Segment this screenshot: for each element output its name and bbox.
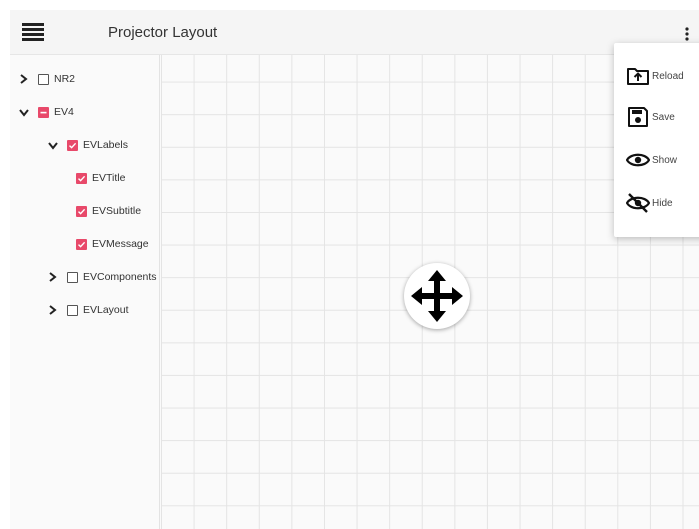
chevron-right-icon[interactable] <box>47 271 59 283</box>
tree-checkbox-evcomponents[interactable] <box>67 271 78 283</box>
tree-checkbox-evlabels[interactable] <box>67 139 78 151</box>
check-icon <box>78 208 86 215</box>
tree-item-evlayout[interactable]: EVLayout <box>47 300 129 320</box>
reload-label: Reload <box>652 70 684 82</box>
tree-checkbox-evsubtitle[interactable] <box>76 205 87 217</box>
reload-menu-item[interactable]: Reload <box>626 63 684 89</box>
check-icon <box>69 142 77 149</box>
tree-checkbox-evlayout[interactable] <box>67 304 78 316</box>
tree-item-evcomponents[interactable]: EVComponents <box>47 267 157 287</box>
tree-item-label: EVTitle <box>92 172 126 184</box>
tree-item-ev4[interactable]: EV4 <box>18 102 74 122</box>
chevron-right-icon[interactable] <box>18 73 30 85</box>
show-label: Show <box>652 154 678 166</box>
indeterminate-icon <box>40 111 47 113</box>
layer-tree-sidebar: NR2 EV4 EVLabels EVTitle EVSubtitle EVMe… <box>10 55 160 529</box>
show-menu-item[interactable]: Show <box>626 147 677 173</box>
eye-icon <box>626 153 650 167</box>
eye-off-icon <box>626 193 650 213</box>
tree-checkbox-ev4[interactable] <box>38 106 49 118</box>
check-icon <box>78 241 86 248</box>
page-title: Projector Layout <box>108 24 218 41</box>
check-icon <box>78 175 86 182</box>
tree-item-label: EVSubtitle <box>92 205 142 217</box>
tree-item-nr2[interactable]: NR2 <box>18 69 75 89</box>
tree-item-evmessage[interactable]: EVMessage <box>76 234 149 254</box>
app-window: Projector Layout NR2 EV4 EVLabels EVTitl… <box>10 10 699 529</box>
tree-item-label: EVComponents <box>83 271 157 283</box>
hide-label: Hide <box>652 197 673 209</box>
more-vert-icon[interactable] <box>681 24 693 44</box>
floppy-disk-icon <box>628 107 648 127</box>
hamburger-menu-icon[interactable] <box>22 22 46 42</box>
tree-item-label: EVMessage <box>92 238 149 250</box>
save-label: Save <box>652 111 675 123</box>
chevron-right-icon[interactable] <box>47 304 59 316</box>
move-handle-button[interactable] <box>404 263 470 329</box>
tree-item-evtitle[interactable]: EVTitle <box>76 168 125 188</box>
overflow-menu: Reload Save Show Hide <box>614 43 699 237</box>
app-header: Projector Layout <box>10 10 699 55</box>
tree-item-label: EVLayout <box>83 304 129 316</box>
tree-checkbox-evtitle[interactable] <box>76 172 87 184</box>
move-arrows-icon <box>411 270 463 322</box>
folder-upload-icon <box>627 68 649 85</box>
tree-checkbox-nr2[interactable] <box>38 73 49 85</box>
tree-item-evlabels[interactable]: EVLabels <box>47 135 128 155</box>
tree-item-evsubtitle[interactable]: EVSubtitle <box>76 201 141 221</box>
chevron-down-icon[interactable] <box>18 106 30 118</box>
chevron-down-icon[interactable] <box>47 139 59 151</box>
tree-checkbox-evmessage[interactable] <box>76 238 87 250</box>
tree-item-label: EV4 <box>54 106 74 118</box>
tree-item-label: EVLabels <box>83 139 128 151</box>
tree-item-label: NR2 <box>54 73 76 85</box>
hide-menu-item[interactable]: Hide <box>626 190 673 216</box>
save-menu-item[interactable]: Save <box>626 104 675 130</box>
